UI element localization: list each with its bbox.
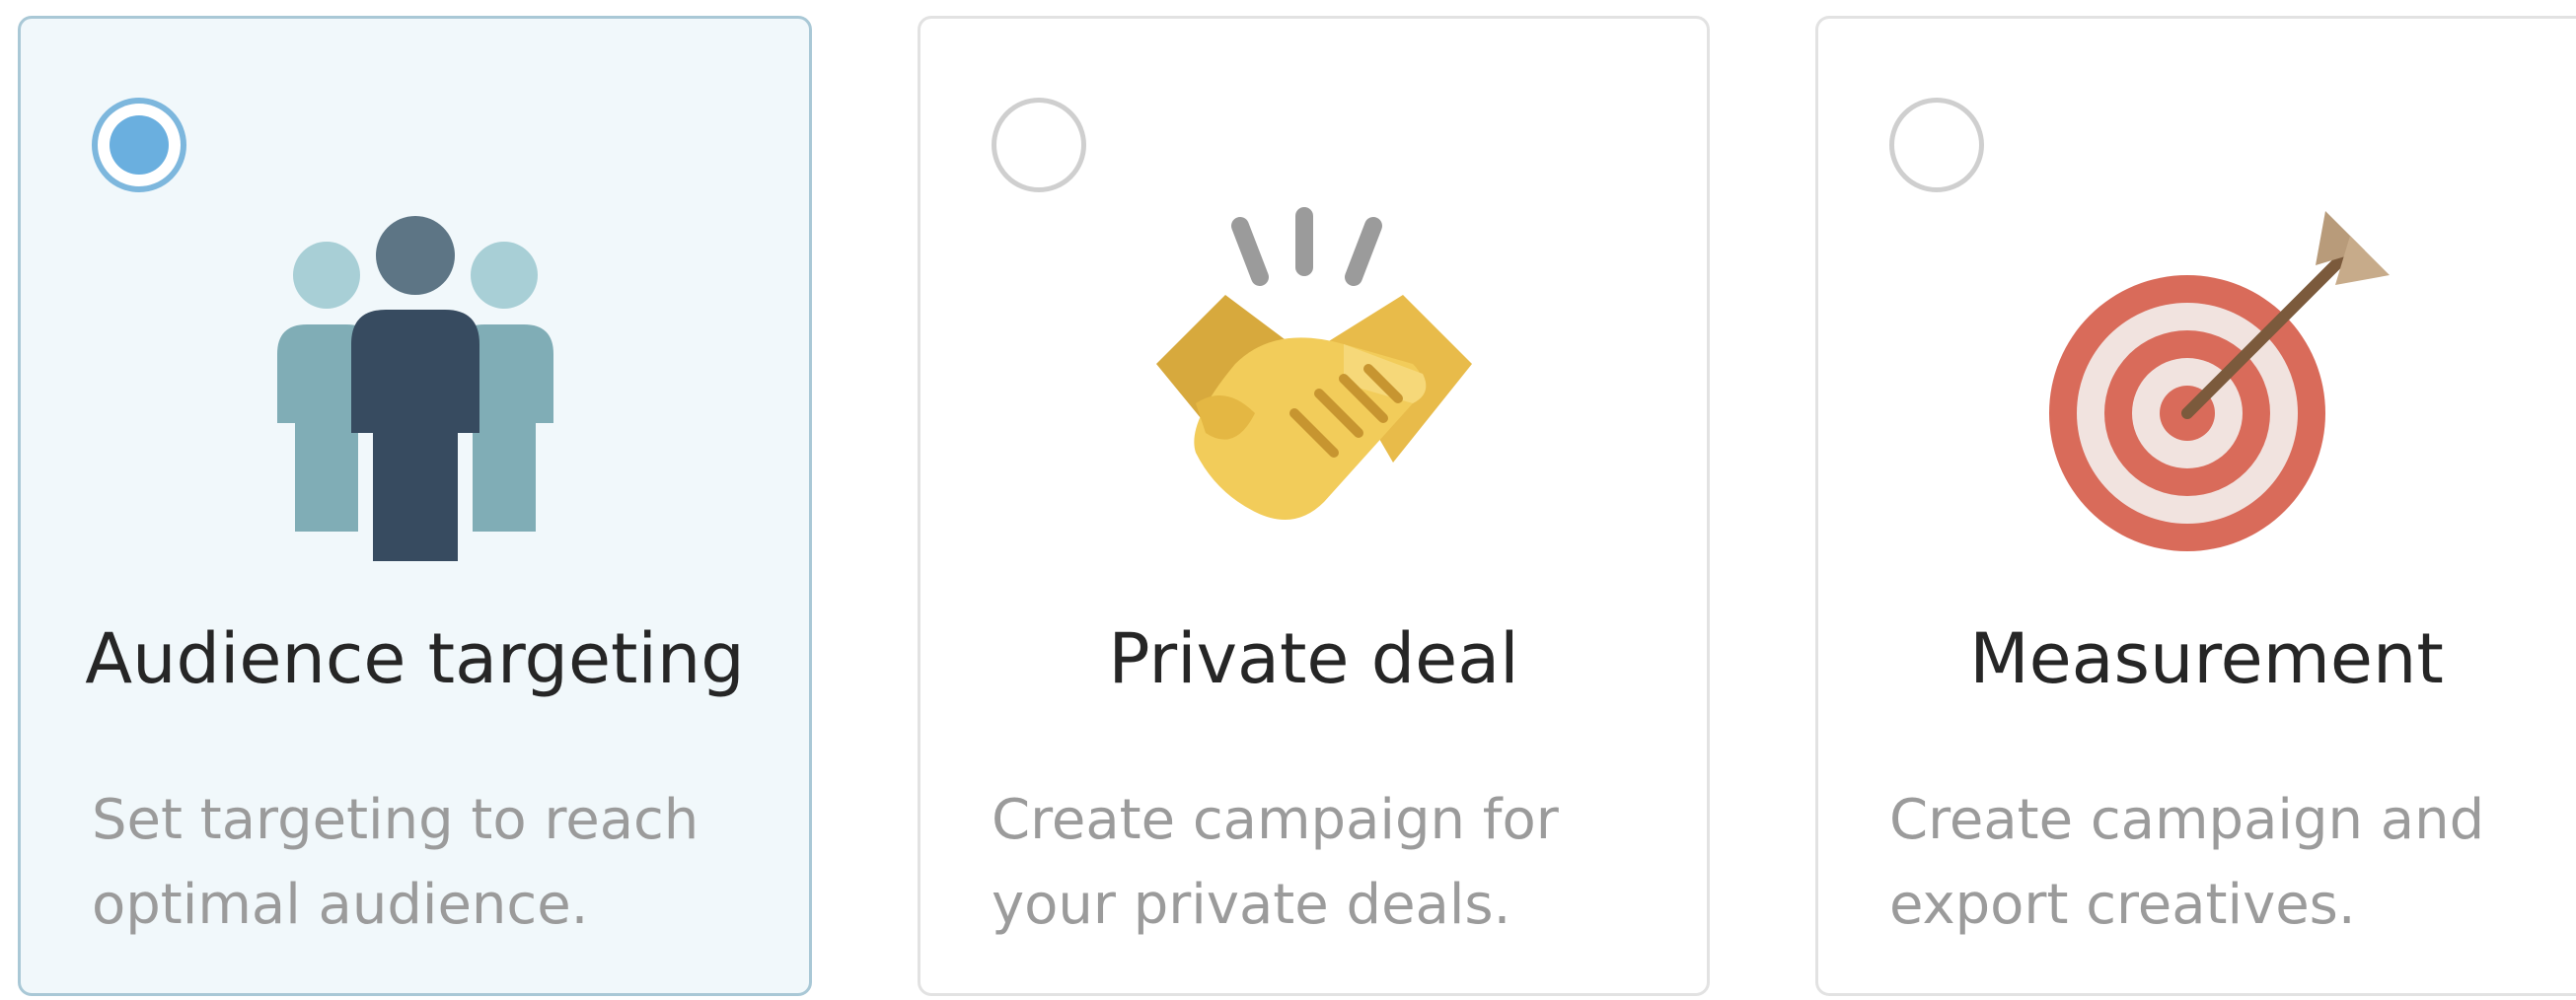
- handshake-icon: [920, 206, 1707, 561]
- radio-button-private-deal[interactable]: [992, 98, 1086, 192]
- radio-selected-dot: [110, 115, 169, 175]
- card-description: Create campaign and export creatives.: [1889, 788, 2485, 937]
- radio-button-audience-targeting[interactable]: [92, 98, 186, 192]
- card-title: Private deal: [1108, 618, 1519, 699]
- option-card-private-deal[interactable]: Private deal Create campaign for your pr…: [918, 16, 1710, 996]
- option-card-measurement[interactable]: Measurement Create campaign and export c…: [1815, 16, 2576, 996]
- card-description: Set targeting to reach optimal audience.: [92, 788, 699, 937]
- card-title: Audience targeting: [85, 618, 745, 699]
- card-description: Create campaign for your private deals.: [992, 788, 1559, 937]
- campaign-type-options: Audience targeting Set targeting to reac…: [0, 0, 2576, 1000]
- audience-group-icon: [21, 206, 809, 561]
- card-title: Measurement: [1969, 618, 2444, 699]
- radio-button-measurement[interactable]: [1889, 98, 1984, 192]
- option-card-audience-targeting[interactable]: Audience targeting Set targeting to reac…: [18, 16, 812, 996]
- target-arrow-icon: [1818, 206, 2576, 561]
